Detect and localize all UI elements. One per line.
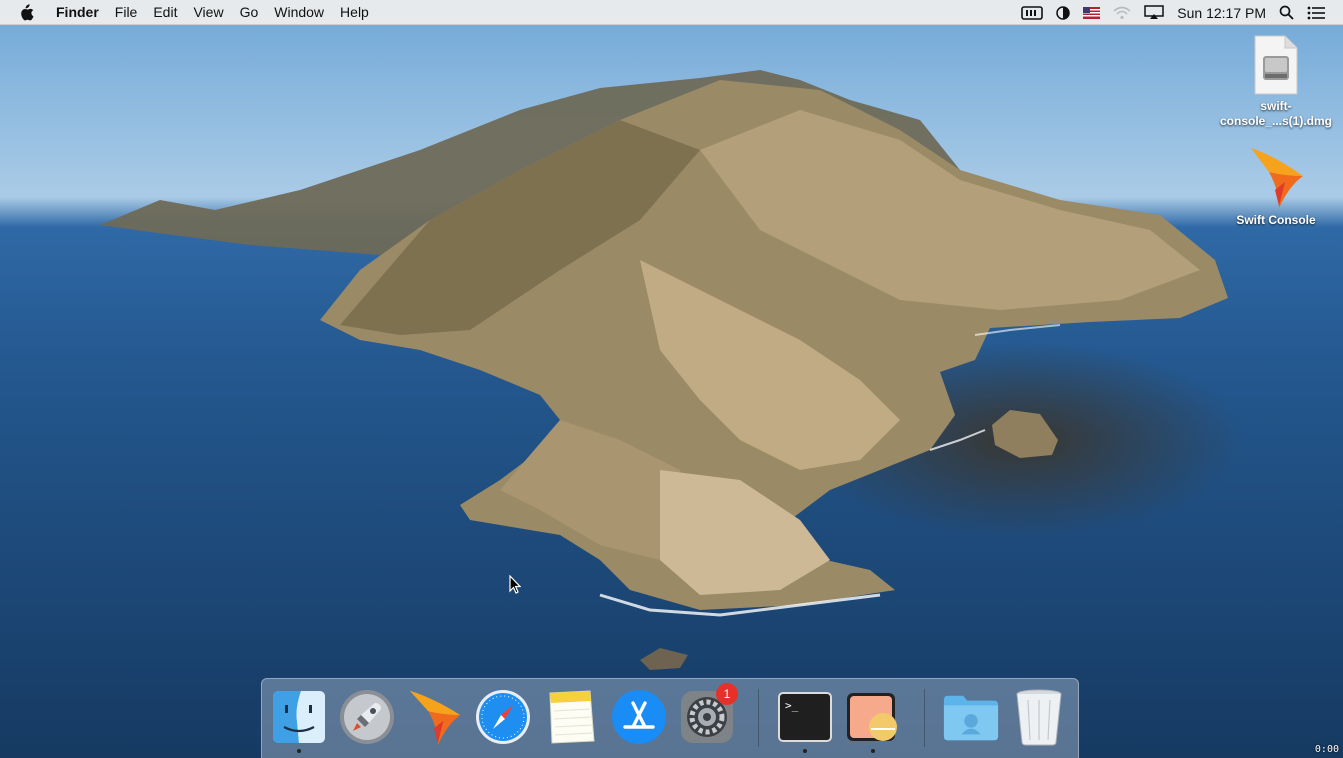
display-contrast-icon[interactable] [1056,5,1071,20]
dock-separator [758,689,759,747]
desktop[interactable]: Finder File Edit View Go Window Help Sun… [0,0,1343,758]
us-flag-icon[interactable] [1083,6,1101,19]
wifi-icon[interactable] [1113,6,1131,20]
preview-icon [847,693,897,741]
disk-image-icon [1254,35,1298,95]
dock-system-preferences[interactable]: 1 [678,683,738,747]
mouse-cursor-icon [509,575,521,594]
desktop-icon-swift-console[interactable]: Swift Console [1216,146,1336,228]
terminal-prompt: >_ [785,699,799,712]
menu-view[interactable]: View [185,0,231,25]
launchpad-icon [340,690,394,744]
dock: 1 >_ [261,678,1079,758]
dock-preview[interactable] [844,687,902,753]
menu-bar: Finder File Edit View Go Window Help Sun… [0,0,1343,25]
running-indicator [871,749,875,753]
dock-notes[interactable] [542,687,600,747]
desktop-icon-dmg[interactable]: swift-console_...s(1).dmg [1216,34,1336,129]
input-method-icon[interactable] [1021,5,1044,20]
notification-center-icon[interactable] [1307,6,1325,20]
menu-finder[interactable]: Finder [48,0,107,25]
menu-window[interactable]: Window [266,0,332,25]
dock-separator [924,689,925,747]
dock-app-store[interactable] [610,687,668,747]
notes-icon [549,690,595,744]
wallpaper-catalina-island [100,70,1228,670]
menu-go[interactable]: Go [232,0,267,25]
terminal-icon: >_ [778,692,832,742]
running-indicator [297,749,301,753]
trash-icon [1016,689,1062,746]
apple-menu-icon[interactable] [18,3,34,21]
spotlight-search-icon[interactable] [1279,5,1294,20]
dock-finder[interactable] [270,687,328,753]
dock-trash[interactable] [1010,687,1068,747]
menu-edit[interactable]: Edit [145,0,185,25]
menu-clock[interactable]: Sun 12:17 PM [1177,5,1266,21]
app-store-icon [612,690,666,744]
menu-file[interactable]: File [107,0,146,25]
dock-swift-console[interactable] [406,687,464,747]
status-menu-area: Sun 12:17 PM [1021,0,1325,25]
menu-help[interactable]: Help [332,0,377,25]
finder-icon [273,691,325,743]
dock-terminal[interactable]: >_ [776,687,834,753]
airplay-icon[interactable] [1144,5,1165,20]
running-indicator [803,749,807,753]
desktop-icon-dmg-label: swift-console_...s(1).dmg [1219,99,1333,128]
dock-launchpad[interactable] [338,687,396,747]
downloads-folder-icon [943,695,999,741]
corner-indicator: 0:00 [1314,744,1339,755]
desktop-icon-swift-console-label: Swift Console [1236,213,1316,227]
notification-badge: 1 [716,683,738,705]
dock-safari[interactable] [474,687,532,747]
dock-downloads-folder[interactable] [942,687,1000,747]
swift-console-icon [409,690,461,746]
safari-icon [476,690,530,744]
swift-console-app-icon [1251,148,1303,208]
